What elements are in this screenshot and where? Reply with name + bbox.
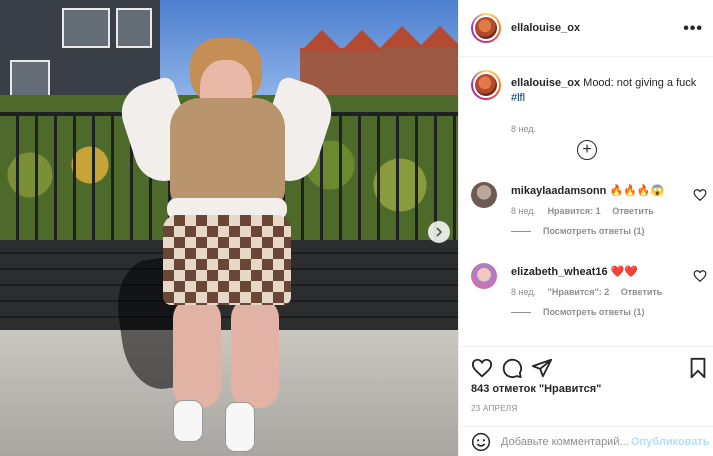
bookmark-icon[interactable]: [687, 357, 709, 379]
caption-hashtag[interactable]: #lfl: [511, 92, 525, 104]
comment-meta: 8 нед. "Нравится": 2 Ответить: [511, 287, 671, 297]
post-date[interactable]: 23 АПРЕЛЯ: [471, 404, 518, 413]
comment-text: mikaylaadamsonn 🔥🔥🔥😱: [511, 184, 681, 198]
caption-body: Mood: not giving a fuck: [583, 77, 697, 89]
chevron-right-icon: [436, 227, 443, 237]
comments-list[interactable]: ellalouise_ox Mood: not giving a fuck #l…: [459, 58, 713, 346]
person-argyle-skirt: [163, 215, 291, 305]
smiley-icon[interactable]: [471, 432, 491, 452]
person-sneaker: [225, 402, 255, 452]
replies-divider: [511, 230, 531, 232]
heart-icon[interactable]: [471, 357, 493, 379]
view-replies-button[interactable]: Посмотреть ответы (1): [511, 307, 644, 317]
person-sneaker: [173, 400, 203, 442]
photo-window: [62, 8, 110, 48]
comment-input[interactable]: [501, 435, 629, 448]
person-leg: [231, 298, 279, 408]
person-leg: [173, 298, 221, 408]
next-photo-button[interactable]: [428, 221, 450, 243]
commenter-avatar[interactable]: [471, 182, 497, 208]
view-replies-label: Посмотреть ответы (1): [543, 307, 645, 317]
post-sidebar: ellalouise_ox ••• ellalouise_ox Mood: no…: [458, 0, 713, 456]
likes-count[interactable]: 843 отметок "Нравится": [471, 383, 601, 395]
plus-circle-icon: +: [582, 141, 592, 158]
view-replies-label: Посмотреть ответы (1): [543, 226, 645, 236]
replies-divider: [511, 311, 531, 313]
comment-body: 🔥🔥🔥😱: [609, 185, 665, 197]
caption-username[interactable]: ellalouise_ox: [511, 77, 580, 89]
comment-meta: 8 нед. Нравится: 1 Ответить: [511, 206, 663, 216]
comment-age[interactable]: 8 нед.: [511, 287, 536, 297]
commenter-username[interactable]: elizabeth_wheat16: [511, 266, 608, 278]
photo-person: [114, 30, 339, 456]
photo-roof: [418, 26, 458, 48]
photo-roof: [340, 30, 384, 52]
author-avatar[interactable]: [471, 13, 501, 43]
comment-bubble-icon[interactable]: [501, 357, 523, 379]
view-replies-button[interactable]: Посмотреть ответы (1): [511, 226, 644, 236]
comment-likes-count[interactable]: Нравится: 1: [548, 206, 601, 216]
heart-icon[interactable]: [693, 188, 707, 202]
commenter-avatar[interactable]: [471, 263, 497, 289]
commenter-username[interactable]: mikaylaadamsonn: [511, 185, 606, 197]
post-photo[interactable]: [0, 0, 458, 456]
comment-age[interactable]: 8 нед.: [511, 206, 536, 216]
load-more-comments-button[interactable]: +: [577, 140, 597, 160]
comment-text: elizabeth_wheat16 ❤️❤️: [511, 265, 681, 279]
add-comment-bar: Опубликовать: [459, 426, 713, 456]
more-options-icon[interactable]: •••: [683, 20, 703, 38]
post-actions: 843 отметок "Нравится" 23 АПРЕЛЯ: [459, 346, 713, 426]
comment-body: ❤️❤️: [610, 266, 639, 278]
heart-icon[interactable]: [693, 269, 707, 283]
person-top: [170, 98, 285, 208]
comment-likes-count[interactable]: "Нравится": 2: [548, 287, 610, 297]
author-username[interactable]: ellalouise_ox: [511, 22, 580, 34]
caption-age[interactable]: 8 нед.: [511, 124, 536, 134]
caption-text: ellalouise_ox Mood: not giving a fuck #l…: [511, 76, 701, 106]
comment-reply-button[interactable]: Ответить: [621, 287, 663, 297]
paper-plane-icon[interactable]: [531, 357, 553, 379]
post-header: ellalouise_ox •••: [459, 0, 713, 57]
comment-reply-button[interactable]: Ответить: [612, 206, 654, 216]
caption-avatar[interactable]: [471, 70, 501, 100]
publish-button[interactable]: Опубликовать: [631, 436, 710, 448]
